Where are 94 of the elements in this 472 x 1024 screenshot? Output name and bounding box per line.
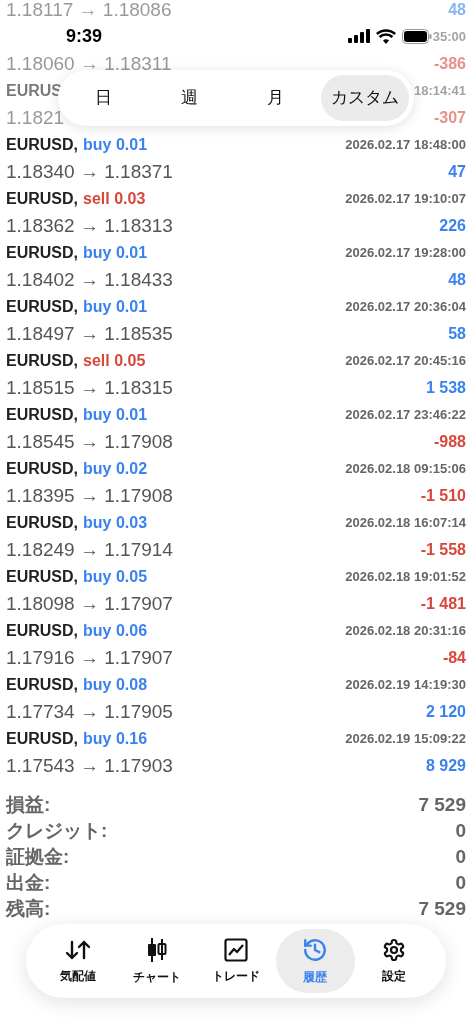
trade-prices: 1.17916 → 1.17907 (6, 645, 173, 670)
trade-symbol: EURUSD, (6, 459, 78, 479)
trade-profit: -1 481 (420, 594, 466, 614)
trade-symbol: EURUSD, (6, 513, 78, 533)
battery-icon (402, 28, 432, 44)
trade-time: 2026.02.18 16:07:14 (345, 514, 466, 533)
trade-prices: 1.18117 → 1.18086 (6, 0, 172, 22)
period-tab[interactable]: 月 (235, 75, 315, 121)
signal-icon (348, 29, 370, 43)
summary-label: 証拠金: (6, 844, 70, 869)
trade-prices: 1.1821 (6, 105, 65, 130)
trade-time: 2026.02.17 23:46:22 (345, 406, 466, 425)
trade-profit: -386 (433, 54, 466, 74)
trade-profit: -307 (433, 108, 466, 128)
trade-prices: 1.18098 → 1.17907 (6, 591, 173, 616)
trade-time: 2026.02.17 19:10:07 (345, 190, 466, 209)
trade-symbol: EURUSD, (6, 135, 78, 155)
trade-prices: 1.17734 → 1.17905 (6, 699, 173, 724)
trade-order: sell 0.05 (83, 351, 146, 371)
trade-order: buy 0.06 (83, 621, 148, 641)
trade-order: buy 0.08 (83, 675, 148, 695)
trade-symbol: EURUSD, (6, 297, 78, 317)
trade-symbol: EURUSD, (6, 405, 78, 425)
trade-time: 2026.02.19 14:19:30 (345, 676, 466, 695)
trade-time: 2026.02.17 18:48:00 (345, 136, 466, 155)
candlestick-icon (145, 936, 168, 963)
trade-profit: 47 (448, 162, 466, 182)
trade-prices: 1.18362 → 1.18313 (6, 213, 173, 238)
trade-profit: 48 (448, 270, 466, 290)
trade-profit: 226 (439, 216, 466, 236)
trade-time: 2026.02.19 15:09:22 (345, 730, 466, 749)
trade-profit: -988 (433, 432, 466, 452)
trade-time: 2026.02.17 19:28:00 (345, 244, 466, 263)
summary-value: 0 (455, 844, 466, 869)
trade-time: 2026.02.17 20:45:16 (345, 352, 466, 371)
trade-time: 18:14:41 (413, 82, 466, 101)
summary-value: 0 (455, 870, 466, 895)
summary-label: 出金: (6, 870, 51, 895)
trade-order: buy 0.01 (83, 135, 148, 155)
trade-order: buy 0.03 (83, 513, 148, 533)
nav-tab[interactable]: 設定 (354, 929, 434, 993)
trade-symbol: EURUSD, (6, 243, 78, 263)
nav-tab[interactable]: トレード (196, 929, 276, 993)
nav-tab[interactable]: 気配値 (38, 929, 118, 993)
trade-prices: 1.18515 → 1.18315 (6, 375, 173, 400)
trade-profit: 8 929 (425, 756, 466, 776)
trade-profit: 48 (448, 0, 466, 20)
trade-prices: 1.17543 → 1.17903 (6, 753, 173, 778)
trade-symbol: EURUSD, (6, 675, 78, 695)
trade-prices: 1.18060 → 1.18311 (6, 51, 172, 76)
trade-order: buy 0.01 (83, 405, 148, 425)
period-tab[interactable]: 週 (149, 75, 229, 121)
trade-symbol: EURUS (6, 81, 62, 101)
summary-value: 7 529 (418, 792, 466, 817)
trade-profit: -1 510 (420, 486, 466, 506)
period-tab[interactable]: 日 (63, 75, 143, 121)
trade-profit: 1 538 (425, 378, 466, 398)
trade-prices: 1.18497 → 1.18535 (6, 321, 173, 346)
history-icon (302, 936, 329, 963)
wifi-icon (376, 28, 396, 44)
summary-value: 0 (455, 818, 466, 843)
trade-time: 35:00 (432, 28, 466, 47)
trade-profit: -84 (442, 648, 466, 668)
period-tab[interactable]: カスタム (321, 75, 409, 121)
trade-profit: 2 120 (425, 702, 466, 722)
trade-order: buy 0.16 (83, 729, 148, 749)
trade-time: 2026.02.18 19:01:52 (345, 568, 466, 587)
summary-label: クレジット: (6, 818, 108, 843)
trade-prices: 1.18545 → 1.17908 (6, 429, 173, 454)
trade-symbol: EURUSD, (6, 729, 78, 749)
trade-symbol: EURUSD, (6, 189, 78, 209)
trade-prices: 1.18249 → 1.17914 (6, 537, 173, 562)
trade-symbol: EURUSD, (6, 621, 78, 641)
trade-prices: 1.18402 → 1.18433 (6, 267, 173, 292)
trade-symbol: EURUSD, (6, 567, 78, 587)
summary-value: 7 529 (418, 896, 466, 921)
trade-order: buy 0.02 (83, 459, 148, 479)
summary-label: 損益: (6, 792, 51, 817)
settings-icon (382, 937, 407, 962)
trade-profit: -1 558 (420, 540, 466, 560)
trade-prices: 1.18395 → 1.17908 (6, 483, 173, 508)
nav-tab[interactable]: チャート (117, 929, 197, 993)
trade-order: buy 0.01 (83, 243, 148, 263)
trade-profit: 58 (448, 324, 466, 344)
line-chart-icon (224, 937, 248, 962)
trade-order: buy 0.01 (83, 297, 148, 317)
trade-order: sell 0.03 (83, 189, 146, 209)
trade-symbol: EURUSD, (6, 351, 78, 371)
trade-time: 2026.02.18 20:31:16 (345, 622, 466, 641)
trade-time: 2026.02.18 09:15:06 (345, 460, 466, 479)
trade-prices: 1.18340 → 1.18371 (6, 159, 173, 184)
summary-label: 残高: (6, 896, 51, 921)
trade-time: 2026.02.17 20:36:04 (345, 298, 466, 317)
trade-order: buy 0.05 (83, 567, 148, 587)
